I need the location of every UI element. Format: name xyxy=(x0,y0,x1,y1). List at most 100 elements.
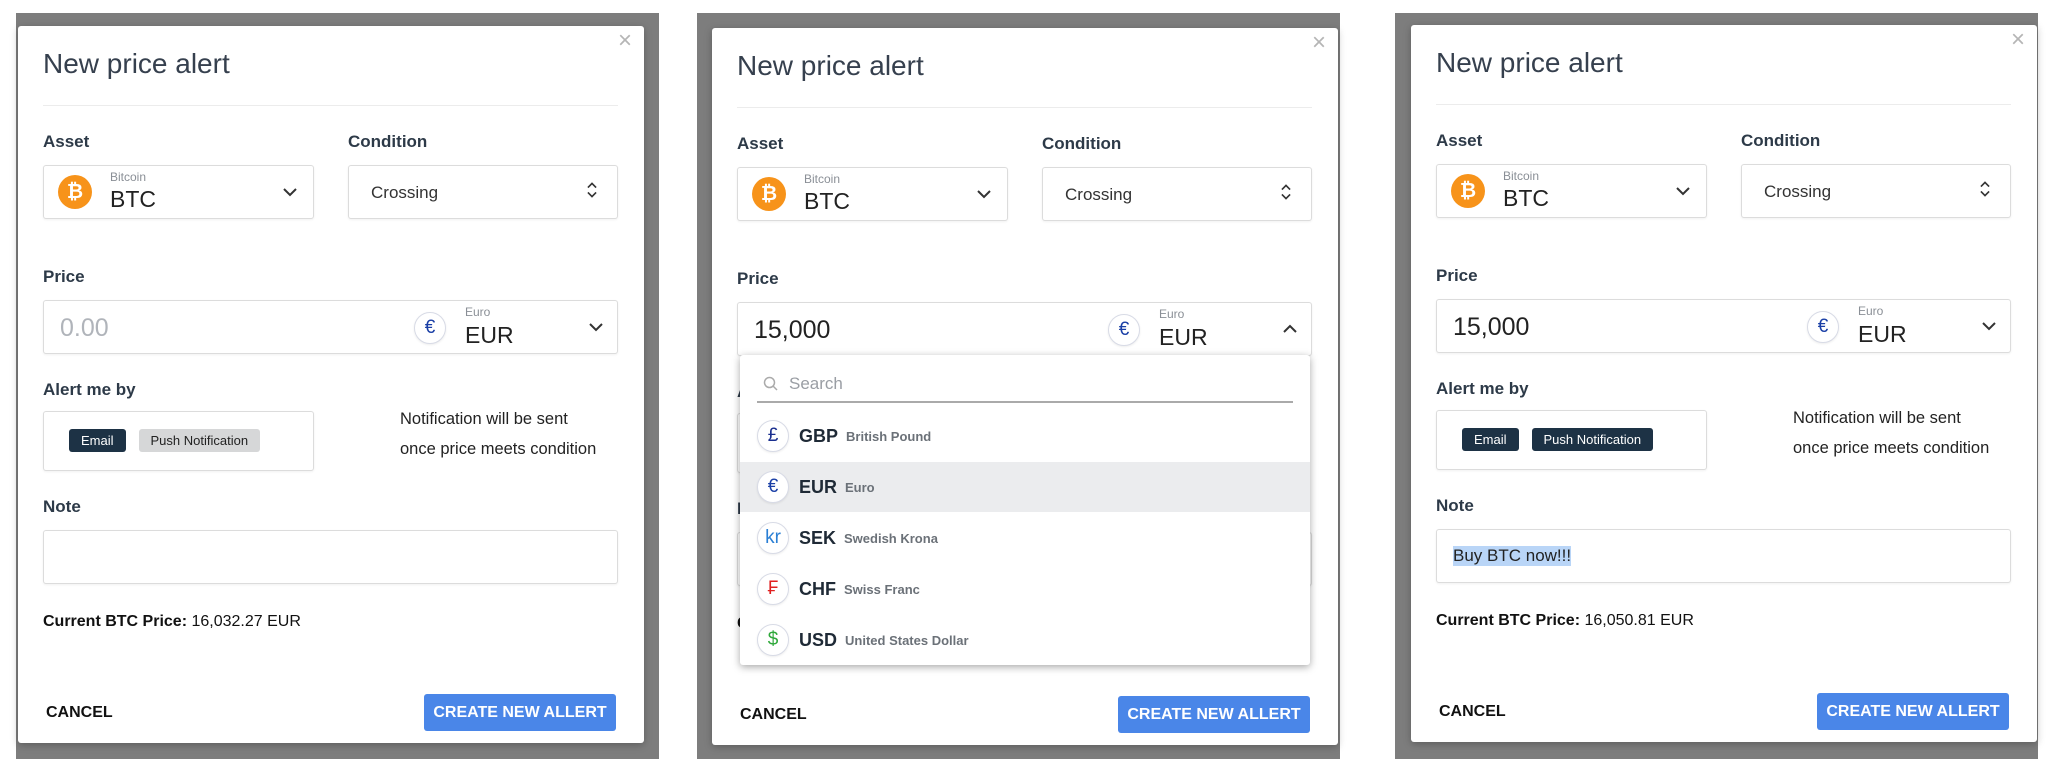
price-field: 15,000 € Euro EUR xyxy=(737,302,1312,356)
asset-name: Bitcoin xyxy=(1503,169,1540,183)
current-price-value: 16,032.27 EUR xyxy=(191,613,301,630)
cancel-button[interactable]: CANCEL xyxy=(46,704,113,722)
euro-icon: € xyxy=(1807,311,1839,343)
currency-option-code: EUR xyxy=(799,476,838,497)
chevron-up-icon xyxy=(1281,320,1299,343)
bitcoin-icon: ₿ xyxy=(1451,174,1485,208)
price-label: Price xyxy=(43,267,85,286)
note-label: Note xyxy=(1436,496,1474,515)
condition-value: Crossing xyxy=(371,183,439,202)
price-field: 0.00 € Euro EUR xyxy=(43,300,618,354)
gbp-icon: £ xyxy=(757,420,789,452)
asset-name: Bitcoin xyxy=(804,172,841,186)
current-price-label: Current BTC Price: xyxy=(43,613,188,630)
dialog-title: New price alert xyxy=(43,48,230,79)
price-input-placeholder[interactable]: 0.00 xyxy=(60,314,400,343)
notification-line-2: once price meets condition xyxy=(400,440,597,458)
chf-icon: ₣ xyxy=(757,573,789,605)
note-input[interactable]: Buy BTC now!!! xyxy=(1436,529,2011,583)
new-price-alert-dialog: × New price alert Asset Condition ₿ Bitc… xyxy=(712,28,1338,745)
condition-select[interactable]: Crossing xyxy=(348,165,618,219)
currency-option-name: British Pound xyxy=(846,428,932,444)
note-text: Buy BTC now!!! xyxy=(1453,546,1572,566)
chevron-down-icon xyxy=(1980,317,1998,340)
asset-select[interactable]: ₿ Bitcoin BTC xyxy=(1436,164,1707,218)
title-divider xyxy=(737,107,1312,108)
currency-option-chf[interactable]: ₣ CHF Swiss Franc xyxy=(740,564,1310,614)
close-icon[interactable]: × xyxy=(614,29,636,53)
currency-option-gbp[interactable]: £ GBP British Pound xyxy=(740,411,1310,461)
alert-option-push-notification[interactable]: Push Notification xyxy=(1531,428,1654,451)
current-price-label: Current BTC Price: xyxy=(1436,612,1581,629)
cancel-button[interactable]: CANCEL xyxy=(1439,703,1506,721)
euro-icon: € xyxy=(414,312,446,344)
currency-select[interactable]: € Euro EUR xyxy=(1108,303,1313,357)
usd-icon: $ xyxy=(757,624,789,656)
current-price-value: 16,050.81 EUR xyxy=(1584,612,1694,629)
close-icon[interactable]: × xyxy=(2007,28,2029,52)
asset-code: BTC xyxy=(804,188,850,214)
title-divider xyxy=(1436,104,2011,105)
currency-option-code: GBP xyxy=(799,425,839,446)
notification-info: Notification will be sent once price mee… xyxy=(1793,403,1989,463)
currency-option-code: CHF xyxy=(799,578,836,599)
create-alert-button[interactable]: CREATE NEW ALLERT xyxy=(1118,696,1310,733)
create-alert-button[interactable]: CREATE NEW ALLERT xyxy=(1817,693,2009,730)
currency-option-usd[interactable]: $ USD United States Dollar xyxy=(740,615,1310,665)
chevron-down-icon xyxy=(1674,182,1692,205)
condition-value: Crossing xyxy=(1764,182,1832,201)
currency-code: EUR xyxy=(465,322,514,348)
currency-name: Euro xyxy=(1858,304,1884,318)
alert-me-by-label: Alert me by xyxy=(43,380,136,399)
asset-label: Asset xyxy=(43,132,90,151)
condition-label: Condition xyxy=(1741,131,1821,150)
up-down-chevron-icon xyxy=(583,181,601,204)
condition-label: Condition xyxy=(348,132,428,151)
alert-option-email[interactable]: Email xyxy=(69,429,126,452)
note-label: Note xyxy=(43,497,81,516)
new-price-alert-dialog: × New price alert Asset Condition ₿ Bitc… xyxy=(18,26,644,743)
price-input[interactable]: 15,000 xyxy=(1453,313,1793,342)
close-icon[interactable]: × xyxy=(1308,31,1330,55)
currency-option-name: Swedish Krona xyxy=(844,530,938,546)
search-icon xyxy=(763,376,778,391)
alert-me-by-label: Alert me by xyxy=(1436,379,1529,398)
currency-option-eur[interactable]: € EUR Euro xyxy=(740,462,1310,512)
condition-select[interactable]: Crossing xyxy=(1741,164,2011,218)
alert-method-group: Email Push Notification xyxy=(43,411,314,471)
currency-option-code: SEK xyxy=(799,527,837,548)
alert-option-push-notification[interactable]: Push Notification xyxy=(138,429,261,452)
asset-label: Asset xyxy=(1436,131,1483,150)
currency-code: EUR xyxy=(1159,324,1208,350)
current-price: Current BTC Price: 16,032.27 EUR xyxy=(43,613,301,631)
eur-icon: € xyxy=(757,471,789,503)
currency-search[interactable]: Search xyxy=(757,367,1293,403)
currency-name: Euro xyxy=(1159,307,1185,321)
chevron-down-icon xyxy=(587,318,605,341)
currency-option-name: Swiss Franc xyxy=(844,581,920,597)
asset-select[interactable]: ₿ Bitcoin BTC xyxy=(737,167,1008,221)
currency-select[interactable]: € Euro EUR xyxy=(414,301,619,355)
currency-dropdown: Search £ GBP British Pound € EUR Euro kr… xyxy=(740,355,1310,665)
alert-option-email[interactable]: Email xyxy=(1462,428,1519,451)
chevron-down-icon xyxy=(975,185,993,208)
dialog-title: New price alert xyxy=(1436,47,1623,78)
asset-select[interactable]: ₿ Bitcoin BTC xyxy=(43,165,314,219)
currency-select[interactable]: € Euro EUR xyxy=(1807,300,2012,354)
search-input[interactable]: Search xyxy=(789,374,1269,394)
current-price: Current BTC Price: 16,050.81 EUR xyxy=(1436,612,1694,630)
note-input[interactable] xyxy=(43,530,618,584)
create-alert-button[interactable]: CREATE NEW ALLERT xyxy=(424,694,616,731)
currency-option-sek[interactable]: kr SEK Swedish Krona xyxy=(740,513,1310,563)
notification-line-2: once price meets condition xyxy=(1793,439,1990,457)
notification-line-1: Notification will be sent xyxy=(1793,409,1961,427)
condition-label: Condition xyxy=(1042,134,1122,153)
price-label: Price xyxy=(737,269,779,288)
asset-label: Asset xyxy=(737,134,784,153)
condition-select[interactable]: Crossing xyxy=(1042,167,1312,221)
price-input[interactable]: 15,000 xyxy=(754,316,1094,345)
bitcoin-icon: ₿ xyxy=(58,175,92,209)
price-label: Price xyxy=(1436,266,1478,285)
cancel-button[interactable]: CANCEL xyxy=(740,706,807,724)
sek-icon: kr xyxy=(757,522,789,554)
